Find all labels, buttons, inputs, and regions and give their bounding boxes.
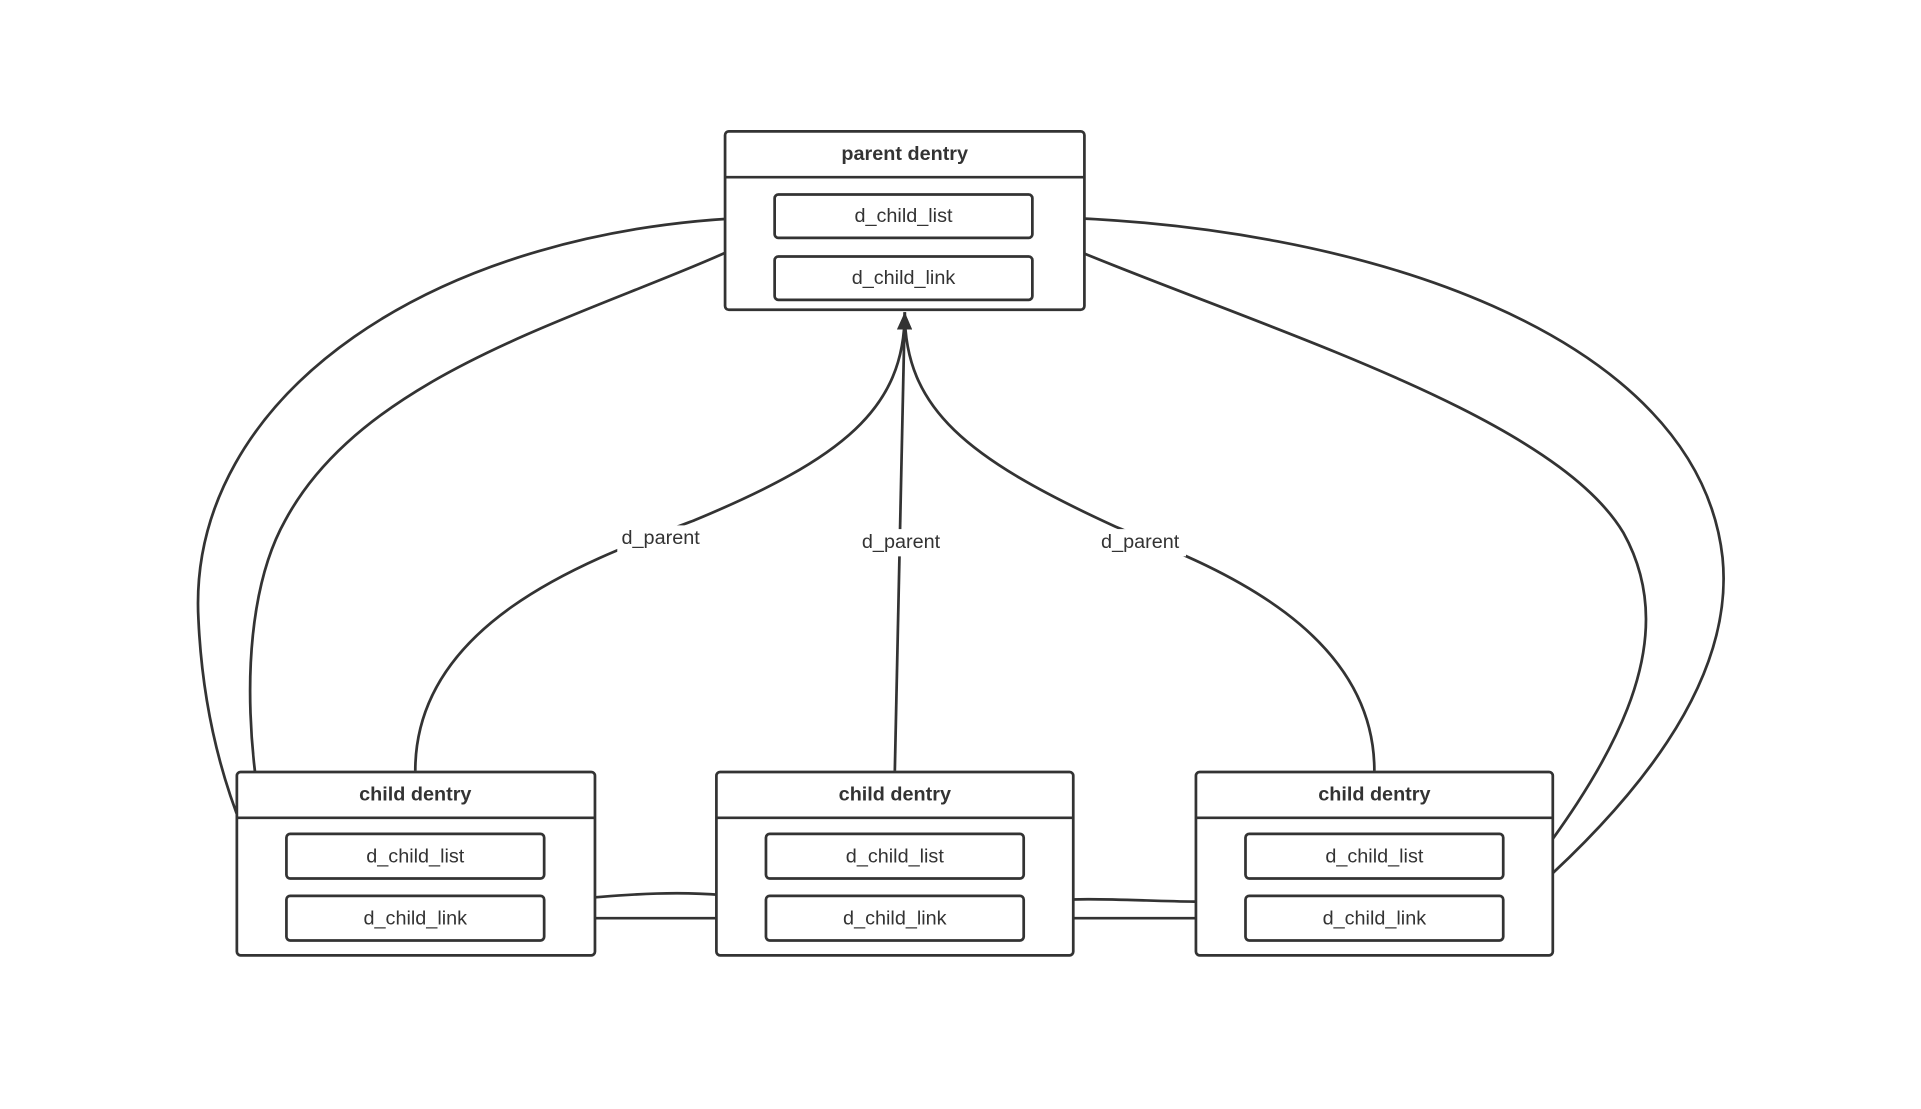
edge-label-text: d_parent (862, 531, 941, 553)
field-d-child-link[interactable]: d_child_link (1244, 894, 1505, 942)
field-d-child-link[interactable]: d_child_link (285, 894, 546, 942)
child-dentry-node-2[interactable]: child dentry d_child_list d_child_link (715, 770, 1075, 957)
parent-dentry-node[interactable]: parent dentry d_child_list d_child_link (723, 129, 1086, 312)
edge-label-3: d_parent (1096, 529, 1187, 557)
diagram-canvas: d_parent d_parent d_parent parent dentry… (196, 129, 1725, 957)
field-d-child-list[interactable]: d_child_list (773, 193, 1034, 240)
node-title: parent dentry (841, 143, 968, 165)
field-d-child-list[interactable]: d_child_list (285, 832, 546, 880)
field-d-child-link[interactable]: d_child_link (773, 255, 1034, 302)
child-dentry-node-1[interactable]: child dentry d_child_list d_child_link (235, 770, 597, 957)
field-d-child-list[interactable]: d_child_list (764, 832, 1026, 880)
field-label: d_child_link (364, 908, 468, 930)
edge-label-text: d_parent (622, 527, 701, 549)
node-title: child dentry (359, 784, 471, 806)
field-label: d_child_link (852, 267, 956, 289)
edge-label-1: d_parent (617, 525, 707, 553)
field-label: d_child_list (366, 846, 465, 868)
field-label: d_child_list (1325, 846, 1424, 868)
field-d-child-list[interactable]: d_child_list (1244, 832, 1505, 880)
node-title: child dentry (1318, 784, 1430, 806)
field-d-child-link[interactable]: d_child_link (764, 894, 1026, 942)
field-label: d_child_link (1323, 908, 1427, 930)
edge-label-text: d_parent (1101, 531, 1180, 553)
field-label: d_child_list (846, 846, 945, 868)
node-title: child dentry (839, 784, 951, 806)
child-dentry-node-3[interactable]: child dentry d_child_list d_child_link (1194, 770, 1555, 957)
field-label: d_child_list (854, 205, 953, 227)
edge-label-2: d_parent (857, 529, 947, 557)
field-label: d_child_link (843, 908, 947, 930)
